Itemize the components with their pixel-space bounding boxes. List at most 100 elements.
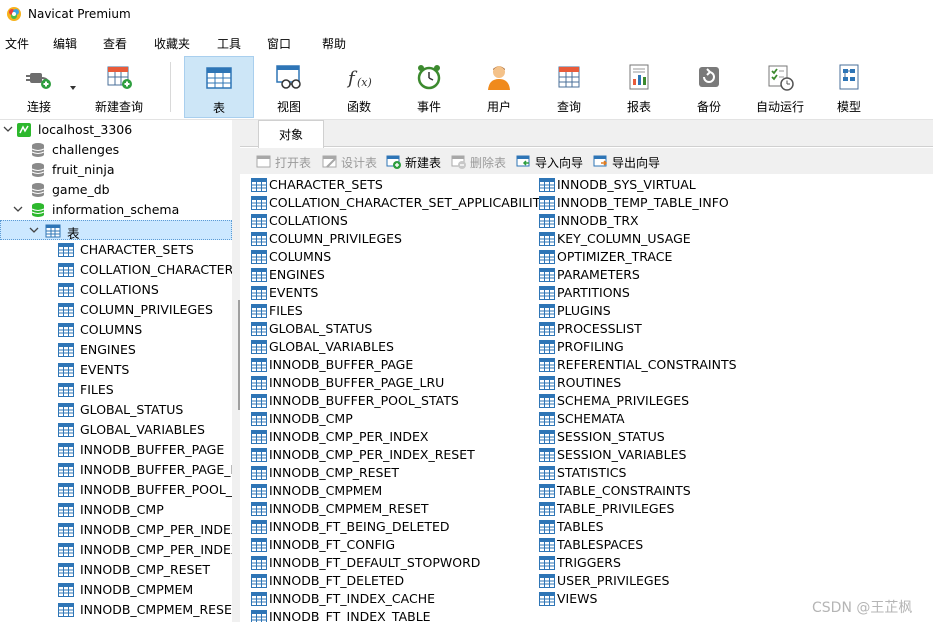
tree-table-item[interactable]: GLOBAL_STATUS (0, 400, 232, 420)
view-button[interactable]: 视图 (254, 56, 324, 118)
table-icon (251, 394, 267, 408)
table-icon (58, 243, 74, 259)
backup-button[interactable]: 备份 (674, 56, 744, 118)
table-icon (58, 343, 74, 359)
tree-table-item[interactable]: CHARACTER_SETS (0, 240, 232, 260)
tree-table-item[interactable]: INNODB_CMP (0, 500, 232, 520)
table-icon (251, 178, 267, 192)
chevron-down-icon[interactable] (3, 124, 13, 134)
table-object-label: INNODB_FT_BEING_DELETED (269, 519, 450, 534)
alarm-clock-icon (417, 65, 441, 90)
table-object-list[interactable]: CHARACTER_SETS COLLATION_CHARACTER_SET_AP… (240, 174, 933, 622)
tree-table-item[interactable]: ENGINES (0, 340, 232, 360)
tree-table-item[interactable]: COLUMNS (0, 320, 232, 340)
tree-connection[interactable]: localhost_3306 (0, 120, 232, 140)
table-icon (539, 466, 555, 480)
table-icon (251, 322, 267, 336)
database-icon (31, 163, 45, 177)
new-query-button[interactable]: 新建查询 (84, 56, 154, 118)
menu-edit[interactable]: 编辑 (53, 35, 77, 52)
tree-table-item[interactable]: INNODB_CMP_PER_INDEX (0, 540, 232, 560)
tree-table-item[interactable]: EVENTS (0, 360, 232, 380)
tree-table-label: COLLATIONS (80, 282, 159, 297)
tree-database[interactable]: challenges (0, 140, 232, 160)
tree-table-item[interactable]: INNODB_CMPMEM_RESET (0, 600, 232, 620)
table-object-label: PARTITIONS (557, 285, 630, 300)
query-button[interactable]: 查询 (534, 56, 604, 118)
toolbar-separator (170, 62, 171, 112)
menu-tools[interactable]: 工具 (217, 35, 241, 52)
menu-help[interactable]: 帮助 (322, 35, 346, 52)
chevron-down-icon[interactable] (13, 204, 23, 214)
table-icon (251, 412, 267, 426)
tree-table-item[interactable]: COLUMN_PRIVILEGES (0, 300, 232, 320)
table-icon (539, 250, 555, 264)
menu-view[interactable]: 查看 (103, 35, 127, 52)
backup-icon (699, 67, 719, 87)
table-icon (58, 563, 74, 579)
tree-table-item[interactable]: GLOBAL_VARIABLES (0, 420, 232, 440)
tree-database[interactable]: fruit_ninja (0, 160, 232, 180)
table-object-label: SCHEMATA (557, 411, 625, 426)
menu-file[interactable]: 文件 (5, 35, 29, 52)
table-icon (251, 466, 267, 480)
import-wizard-label: 导入向导 (535, 156, 584, 170)
table-object-label: INNODB_FT_DEFAULT_STOPWORD (269, 555, 481, 570)
connect-button[interactable]: 连接 (4, 56, 74, 118)
table-object-label: REFERENTIAL_CONSTRAINTS (557, 357, 737, 372)
user-button[interactable]: 用户 (464, 56, 534, 118)
open-table-label: 打开表 (275, 156, 312, 170)
table-object-label: USER_PRIVILEGES (557, 573, 670, 588)
model-label: 模型 (836, 100, 861, 114)
table-icon (251, 556, 267, 570)
table-icon (251, 538, 267, 552)
event-button[interactable]: 事件 (394, 56, 464, 118)
tree-table-label: COLUMNS (80, 322, 143, 337)
table-object-label: COLLATION_CHARACTER_SET_APPLICABILITY (269, 195, 548, 210)
tree-table-item[interactable]: INNODB_CMP_RESET (0, 560, 232, 580)
table-object-label: GLOBAL_VARIABLES (269, 339, 394, 354)
tree-database-open[interactable]: information_schema (0, 200, 232, 220)
table-object-label: PROCESSLIST (557, 321, 642, 336)
table-icon (251, 520, 267, 534)
report-button[interactable]: 报表 (604, 56, 674, 118)
tree-table-item[interactable]: INNODB_BUFFER_PAGE (0, 440, 232, 460)
table-icon (539, 484, 555, 498)
tree-database[interactable]: game_db (0, 180, 232, 200)
tree-tables-node[interactable]: 表 (0, 220, 232, 241)
table-object-label: SCHEMA_PRIVILEGES (557, 393, 690, 408)
tree-table-item[interactable]: COLLATION_CHARACTER_ (0, 260, 232, 280)
connect-dropdown-arrow-icon[interactable] (70, 86, 76, 90)
table-object-label: INNODB_SYS_VIRTUAL (557, 177, 696, 192)
table-object-label: TABLES (557, 519, 604, 534)
table-icon (539, 574, 555, 588)
table-icon (58, 463, 74, 479)
menu-window[interactable]: 窗口 (267, 35, 291, 52)
tree-table-item[interactable]: INNODB_BUFFER_PAGE_LF (0, 460, 232, 480)
connection-tree[interactable]: localhost_3306 challenges fruit_ninja ga… (0, 120, 232, 622)
table-icon (251, 502, 267, 516)
table-object-label: INNODB_BUFFER_POOL_STATS (269, 393, 459, 408)
table-button[interactable]: 表 (184, 56, 254, 118)
model-button[interactable]: 模型 (814, 56, 884, 118)
table-icon (539, 556, 555, 570)
automation-button[interactable]: 自动运行 (744, 56, 816, 118)
table-icon (539, 178, 555, 192)
chevron-down-icon[interactable] (29, 225, 39, 235)
tab-objects[interactable]: 对象 (258, 120, 324, 148)
database-icon (31, 183, 45, 197)
tree-table-item[interactable]: FILES (0, 380, 232, 400)
table-icon (58, 283, 74, 299)
event-label: 事件 (416, 100, 441, 114)
tree-table-item[interactable]: COLLATIONS (0, 280, 232, 300)
table-icon (58, 363, 74, 379)
tree-table-item[interactable]: INNODB_CMPMEM (0, 580, 232, 600)
function-button[interactable]: f (x) 函数 (324, 56, 394, 118)
tree-table-item[interactable]: INNODB_BUFFER_POOL_S (0, 480, 232, 500)
automation-label: 自动运行 (755, 100, 804, 114)
table-icon (58, 483, 74, 499)
table-object-label: INNODB_FT_CONFIG (269, 537, 396, 552)
tree-table-item[interactable]: INNODB_CMP_PER_INDEX (0, 520, 232, 540)
menu-favorites[interactable]: 收藏夹 (154, 35, 190, 52)
table-object-label: PLUGINS (557, 303, 611, 318)
